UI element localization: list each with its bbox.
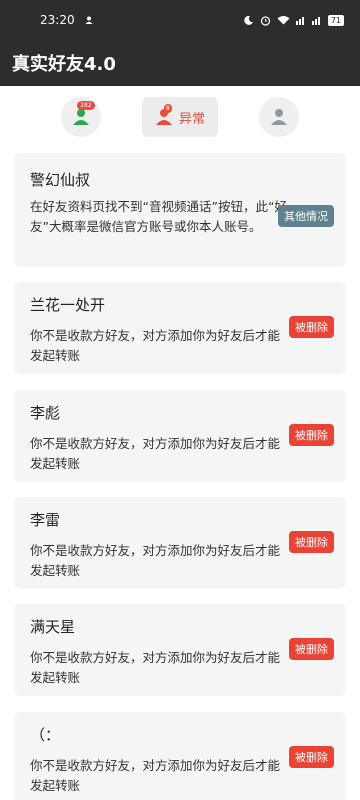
app-title: 真实好友4.0 <box>12 54 116 75</box>
tab-profile[interactable] <box>259 97 300 137</box>
deleted-button[interactable]: 被删除 <box>289 746 334 768</box>
friend-name: 李彪 <box>30 404 61 422</box>
friend-name: （： <box>30 726 61 744</box>
list-item: 警幻仙叔 在好友资料页找不到“音视频通话”按钮，此“好友”大概率是微信官方账号或… <box>14 153 346 267</box>
friend-name: 李雷 <box>30 511 61 529</box>
moon-icon <box>244 15 253 25</box>
status-time: 23:20 <box>40 13 75 27</box>
app-bar: 真实好友4.0 <box>0 40 360 86</box>
list-item: 满天星 你不是收款方好友，对方添加你为好友后才能发起转账 被删除 <box>14 604 346 696</box>
list-item: 李彪 你不是收款方好友，对方添加你为好友后才能发起转账 被删除 <box>14 390 346 482</box>
friend-status-desc: 你不是收款方好友，对方添加你为好友后才能发起转账 <box>30 650 281 685</box>
friend-status-desc: 你不是收款方好友，对方添加你为好友后才能发起转账 <box>30 758 281 793</box>
tab-abnormal-label: 异常 <box>178 111 205 127</box>
status-bar: 23:20 71 <box>0 0 360 40</box>
battery-icon: 71 <box>327 14 344 26</box>
tab-abnormal[interactable]: 8 异常 <box>141 97 218 137</box>
alarm-icon <box>260 15 270 26</box>
friends-count-badge: 282 <box>77 101 95 110</box>
list-item: 兰花一处开 你不是收款方好友，对方添加你为好友后才能发起转账 被删除 <box>14 282 346 374</box>
friend-name: 兰花一处开 <box>30 296 106 314</box>
tab-friends[interactable]: 282 <box>60 97 101 137</box>
signal-icon-2 <box>311 17 320 25</box>
abnormal-count-badge: 8 <box>163 104 172 113</box>
friend-green-icon <box>72 109 89 125</box>
signal-icon <box>295 17 304 25</box>
friend-status-desc: 你不是收款方好友，对方添加你为好友后才能发起转账 <box>30 436 281 471</box>
deleted-button[interactable]: 被删除 <box>289 424 334 446</box>
deleted-button[interactable]: 被删除 <box>289 316 334 338</box>
other-case-button[interactable]: 其他情况 <box>278 205 334 227</box>
wifi-icon <box>277 16 290 25</box>
list-item: 李雷 你不是收款方好友，对方添加你为好友后才能发起转账 被删除 <box>14 497 346 589</box>
list-item: （： 你不是收款方好友，对方添加你为好友后才能发起转账 被删除 <box>14 712 346 800</box>
friend-name: 满天星 <box>30 618 76 636</box>
top-bar: 23:20 71 真实好友4.0 <box>0 0 360 86</box>
tab-bar: 282 8 异常 <box>0 86 360 148</box>
friend-status-desc: 你不是收款方好友，对方添加你为好友后才能发起转账 <box>30 328 281 363</box>
person-status-icon <box>85 16 93 24</box>
friend-status-desc: 在好友资料页找不到“音视频通话”按钮，此“好友”大概率是微信官方账号或你本人账号… <box>30 199 287 234</box>
deleted-button[interactable]: 被删除 <box>289 638 334 660</box>
deleted-button[interactable]: 被删除 <box>289 531 334 553</box>
friend-name: 警幻仙叔 <box>30 171 91 189</box>
friend-status-desc: 你不是收款方好友，对方添加你为好友后才能发起转账 <box>30 543 281 578</box>
person-gray-icon <box>271 109 288 125</box>
friend-list: 警幻仙叔 在好友资料页找不到“音视频通话”按钮，此“好友”大概率是微信官方账号或… <box>0 148 360 800</box>
status-icons: 71 <box>244 14 344 26</box>
